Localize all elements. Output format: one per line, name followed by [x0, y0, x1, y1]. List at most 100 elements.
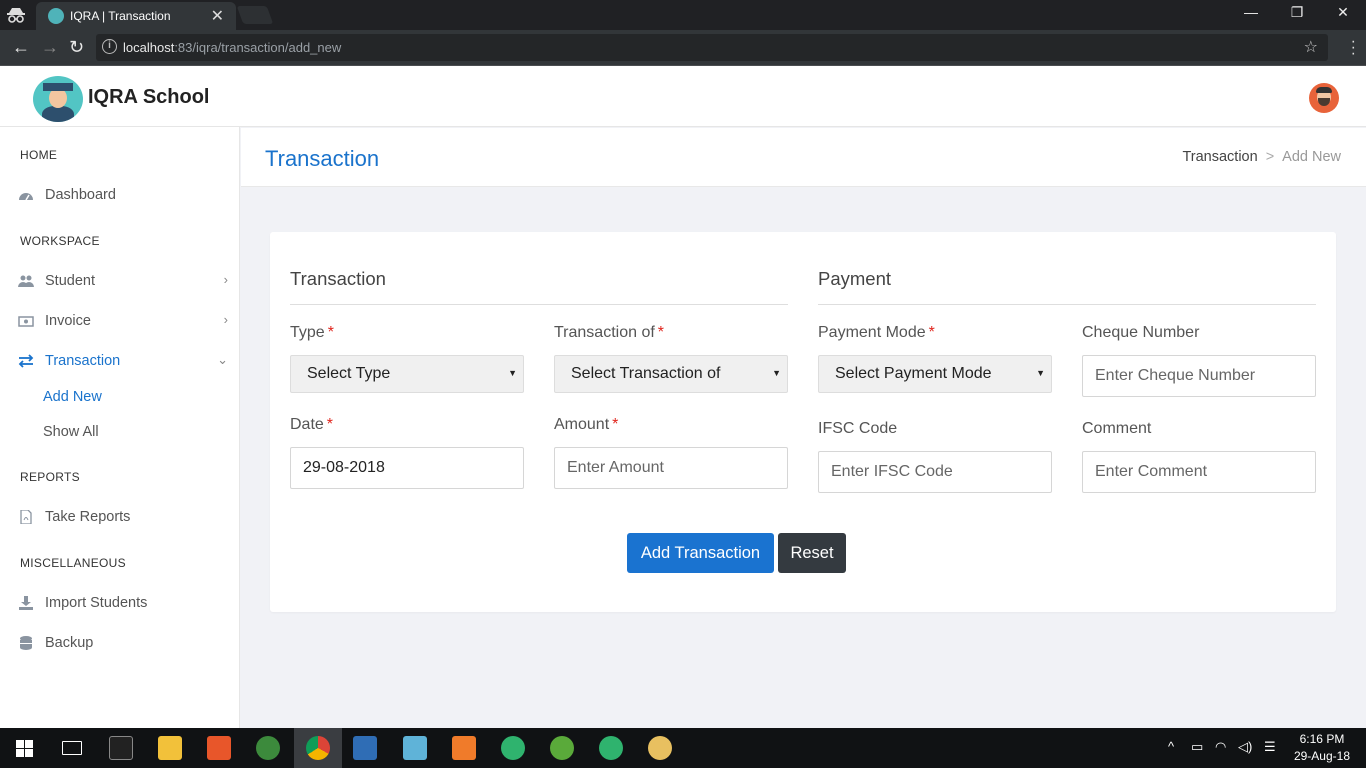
- url-text[interactable]: localhost:83/iqra/transaction/add_new: [123, 40, 341, 55]
- breadcrumb-current: Add New: [1282, 149, 1341, 165]
- tab-favicon-icon: [48, 8, 64, 24]
- payment-mode-select[interactable]: Select Payment Mode ▼: [818, 355, 1052, 393]
- reload-button[interactable]: ↻: [69, 37, 84, 58]
- site-info-icon[interactable]: i: [102, 39, 117, 54]
- money-icon: [18, 314, 34, 328]
- required-mark: *: [326, 416, 334, 433]
- add-transaction-button[interactable]: Add Transaction: [627, 533, 774, 573]
- type-label: Type *: [290, 324, 334, 342]
- sidebar-item-invoice[interactable]: Invoice ›: [0, 308, 240, 336]
- address-bar-row: ← → ↻ i localhost:83/iqra/transaction/ad…: [0, 30, 1366, 66]
- cheque-number-label: Cheque Number: [1082, 324, 1200, 341]
- window-close-button[interactable]: ✕: [1320, 4, 1366, 21]
- forward-button[interactable]: →: [41, 37, 59, 58]
- user-avatar[interactable]: [1309, 83, 1339, 113]
- breadcrumb-separator-icon: >: [1265, 149, 1275, 165]
- tab-close-icon[interactable]: ✕: [211, 6, 224, 26]
- download-icon: [18, 596, 34, 610]
- chevron-down-icon: ⌄: [217, 352, 228, 367]
- sidebar-item-label: Student: [45, 273, 95, 289]
- utorrent-icon[interactable]: [550, 736, 574, 760]
- chrome-icon[interactable]: [306, 736, 330, 760]
- browser-menu-icon[interactable]: · · ·: [1351, 34, 1356, 62]
- bookmark-star-icon[interactable]: ☆: [1304, 37, 1318, 57]
- amount-label: Amount *: [554, 416, 618, 434]
- dropdown-arrow-icon: ▼: [772, 368, 781, 378]
- required-mark: *: [657, 324, 665, 341]
- sidebar-item-student[interactable]: Student ›: [0, 268, 240, 296]
- sidebar-item-backup[interactable]: Backup: [0, 630, 240, 658]
- amount-input[interactable]: [554, 447, 788, 489]
- sidebar-item-transaction[interactable]: Transaction ⌄: [0, 348, 240, 376]
- chevron-right-icon: ›: [223, 272, 228, 287]
- sidebar-item-dashboard[interactable]: Dashboard: [0, 182, 240, 210]
- cheque-number-input[interactable]: [1082, 355, 1316, 397]
- section-divider: [818, 304, 1316, 305]
- sidebar-item-take-reports[interactable]: Take Reports: [0, 504, 240, 532]
- notes-app-icon[interactable]: [403, 736, 427, 760]
- battery-icon[interactable]: ▭: [1191, 739, 1203, 755]
- date-label-text: Date: [290, 416, 324, 433]
- omnibox[interactable]: i localhost:83/iqra/transaction/add_new …: [96, 34, 1328, 61]
- sidebar-subitem-add-new[interactable]: Add New: [43, 389, 102, 405]
- notifications-icon[interactable]: ☰: [1264, 739, 1276, 755]
- atom-icon[interactable]: [599, 736, 623, 760]
- globe-icon[interactable]: [256, 736, 280, 760]
- incognito-icon: [6, 6, 26, 24]
- restore-button[interactable]: ❐: [1274, 4, 1320, 21]
- ifsc-input[interactable]: [818, 451, 1052, 493]
- sidebar-item-label: Transaction: [45, 353, 121, 369]
- virtualbox-icon[interactable]: [353, 736, 377, 760]
- clock-date: 29-Aug-18: [1293, 749, 1350, 763]
- minimize-button[interactable]: —: [1228, 4, 1274, 20]
- sidebar-item-import-students[interactable]: Import Students: [0, 590, 240, 618]
- clock-time: 6:16 PM: [1299, 732, 1345, 746]
- app-icon[interactable]: [207, 736, 231, 760]
- tray-expand-icon[interactable]: ^: [1168, 739, 1174, 754]
- browser-tab[interactable]: IQRA | Transaction ✕: [36, 2, 236, 30]
- section-divider: [290, 304, 788, 305]
- sidebar-subitem-show-all[interactable]: Show All: [43, 424, 99, 440]
- ifsc-label: IFSC Code: [818, 420, 898, 437]
- sidebar-item-label: Import Students: [45, 595, 148, 611]
- windows-start-icon[interactable]: [16, 740, 33, 757]
- file-explorer-icon[interactable]: [158, 736, 182, 760]
- volume-icon[interactable]: ◁): [1238, 739, 1252, 755]
- system-clock[interactable]: 6:16 PM 29-Aug-18: [1294, 731, 1350, 765]
- sidebar-heading-workspace: WORKSPACE: [20, 234, 100, 248]
- users-icon: [18, 274, 34, 288]
- sidebar-heading-misc: MISCELLANEOUS: [20, 556, 126, 570]
- transaction-section-title: Transaction: [290, 268, 386, 289]
- type-select[interactable]: Select Type ▼: [290, 355, 524, 393]
- terminal-icon[interactable]: [109, 736, 133, 760]
- sidebar-heading-reports: REPORTS: [20, 470, 80, 484]
- dropdown-arrow-icon: ▼: [508, 368, 517, 378]
- atom-icon[interactable]: [501, 736, 525, 760]
- page-title: Transaction: [265, 146, 380, 171]
- transaction-of-select[interactable]: Select Transaction of ▼: [554, 355, 788, 393]
- paint-icon[interactable]: [648, 736, 672, 760]
- xampp-icon[interactable]: [452, 736, 476, 760]
- tab-title: IQRA | Transaction: [70, 9, 171, 23]
- comment-label: Comment: [1082, 420, 1152, 437]
- required-mark: *: [928, 324, 935, 341]
- reset-button[interactable]: Reset: [778, 533, 846, 573]
- breadcrumb-parent[interactable]: Transaction: [1182, 149, 1257, 165]
- comment-input[interactable]: [1082, 451, 1316, 493]
- new-tab-button[interactable]: [236, 6, 274, 24]
- sidebar-item-label: Dashboard: [45, 187, 116, 203]
- date-input[interactable]: [290, 447, 524, 489]
- chevron-right-icon: ›: [223, 312, 228, 327]
- task-view-icon[interactable]: [62, 741, 82, 755]
- sidebar: HOME Dashboard WORKSPACE Student › Invoi…: [0, 127, 240, 728]
- browser-tab-bar: IQRA | Transaction ✕ — ❐ ✕: [0, 0, 1366, 30]
- breadcrumb: Transaction > Add New: [1182, 149, 1341, 165]
- sidebar-item-label: Backup: [45, 635, 94, 651]
- type-label-text: Type: [290, 324, 325, 341]
- back-button[interactable]: ←: [12, 37, 30, 58]
- url-path: :83/iqra/transaction/add_new: [174, 40, 342, 55]
- dropdown-arrow-icon: ▼: [1036, 368, 1045, 378]
- wifi-icon[interactable]: ◠: [1215, 739, 1226, 755]
- payment-mode-select-value: Select Payment Mode: [835, 365, 992, 382]
- type-select-value: Select Type: [307, 365, 391, 382]
